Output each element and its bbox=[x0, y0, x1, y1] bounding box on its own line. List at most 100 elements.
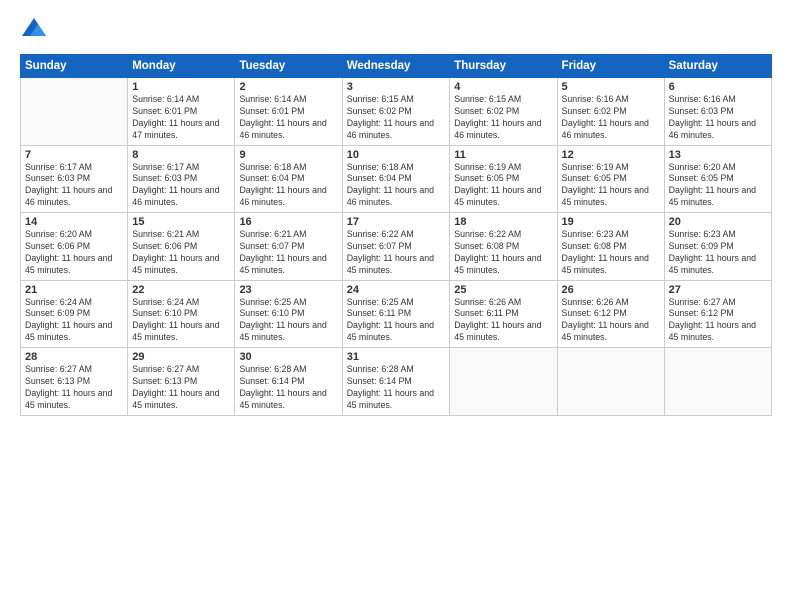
weekday-header: Friday bbox=[557, 55, 664, 78]
calendar-cell: 12Sunrise: 6:19 AMSunset: 6:05 PMDayligh… bbox=[557, 145, 664, 213]
day-number: 11 bbox=[454, 149, 552, 161]
day-info: Sunrise: 6:18 AMSunset: 6:04 PMDaylight:… bbox=[347, 162, 446, 210]
day-number: 28 bbox=[25, 351, 123, 363]
day-info: Sunrise: 6:14 AMSunset: 6:01 PMDaylight:… bbox=[132, 94, 230, 142]
logo-icon bbox=[20, 16, 48, 44]
calendar-cell: 5Sunrise: 6:16 AMSunset: 6:02 PMDaylight… bbox=[557, 78, 664, 146]
day-number: 19 bbox=[562, 216, 660, 228]
day-number: 21 bbox=[25, 284, 123, 296]
calendar-cell: 4Sunrise: 6:15 AMSunset: 6:02 PMDaylight… bbox=[450, 78, 557, 146]
day-number: 10 bbox=[347, 149, 446, 161]
weekday-header: Tuesday bbox=[235, 55, 342, 78]
day-info: Sunrise: 6:18 AMSunset: 6:04 PMDaylight:… bbox=[239, 162, 337, 210]
calendar-cell: 31Sunrise: 6:28 AMSunset: 6:14 PMDayligh… bbox=[342, 348, 450, 416]
day-number: 1 bbox=[132, 81, 230, 93]
calendar-cell: 25Sunrise: 6:26 AMSunset: 6:11 PMDayligh… bbox=[450, 280, 557, 348]
calendar: SundayMondayTuesdayWednesdayThursdayFrid… bbox=[20, 54, 772, 416]
day-number: 3 bbox=[347, 81, 446, 93]
calendar-cell: 24Sunrise: 6:25 AMSunset: 6:11 PMDayligh… bbox=[342, 280, 450, 348]
calendar-cell: 17Sunrise: 6:22 AMSunset: 6:07 PMDayligh… bbox=[342, 213, 450, 281]
day-info: Sunrise: 6:16 AMSunset: 6:03 PMDaylight:… bbox=[669, 94, 767, 142]
day-info: Sunrise: 6:24 AMSunset: 6:09 PMDaylight:… bbox=[25, 297, 123, 345]
calendar-cell: 30Sunrise: 6:28 AMSunset: 6:14 PMDayligh… bbox=[235, 348, 342, 416]
day-info: Sunrise: 6:17 AMSunset: 6:03 PMDaylight:… bbox=[25, 162, 123, 210]
day-info: Sunrise: 6:27 AMSunset: 6:13 PMDaylight:… bbox=[132, 364, 230, 412]
day-number: 24 bbox=[347, 284, 446, 296]
header bbox=[20, 16, 772, 44]
day-info: Sunrise: 6:15 AMSunset: 6:02 PMDaylight:… bbox=[454, 94, 552, 142]
day-info: Sunrise: 6:20 AMSunset: 6:05 PMDaylight:… bbox=[669, 162, 767, 210]
day-info: Sunrise: 6:24 AMSunset: 6:10 PMDaylight:… bbox=[132, 297, 230, 345]
day-info: Sunrise: 6:27 AMSunset: 6:13 PMDaylight:… bbox=[25, 364, 123, 412]
day-info: Sunrise: 6:22 AMSunset: 6:08 PMDaylight:… bbox=[454, 229, 552, 277]
calendar-cell: 16Sunrise: 6:21 AMSunset: 6:07 PMDayligh… bbox=[235, 213, 342, 281]
calendar-cell: 11Sunrise: 6:19 AMSunset: 6:05 PMDayligh… bbox=[450, 145, 557, 213]
calendar-cell: 26Sunrise: 6:26 AMSunset: 6:12 PMDayligh… bbox=[557, 280, 664, 348]
calendar-cell: 7Sunrise: 6:17 AMSunset: 6:03 PMDaylight… bbox=[21, 145, 128, 213]
calendar-cell: 28Sunrise: 6:27 AMSunset: 6:13 PMDayligh… bbox=[21, 348, 128, 416]
weekday-header: Saturday bbox=[664, 55, 771, 78]
calendar-cell: 20Sunrise: 6:23 AMSunset: 6:09 PMDayligh… bbox=[664, 213, 771, 281]
calendar-cell: 10Sunrise: 6:18 AMSunset: 6:04 PMDayligh… bbox=[342, 145, 450, 213]
calendar-cell: 9Sunrise: 6:18 AMSunset: 6:04 PMDaylight… bbox=[235, 145, 342, 213]
day-number: 22 bbox=[132, 284, 230, 296]
page: SundayMondayTuesdayWednesdayThursdayFrid… bbox=[0, 0, 792, 612]
day-info: Sunrise: 6:22 AMSunset: 6:07 PMDaylight:… bbox=[347, 229, 446, 277]
day-info: Sunrise: 6:26 AMSunset: 6:11 PMDaylight:… bbox=[454, 297, 552, 345]
calendar-cell bbox=[21, 78, 128, 146]
day-number: 23 bbox=[239, 284, 337, 296]
day-info: Sunrise: 6:28 AMSunset: 6:14 PMDaylight:… bbox=[239, 364, 337, 412]
calendar-cell: 27Sunrise: 6:27 AMSunset: 6:12 PMDayligh… bbox=[664, 280, 771, 348]
day-info: Sunrise: 6:25 AMSunset: 6:11 PMDaylight:… bbox=[347, 297, 446, 345]
day-info: Sunrise: 6:14 AMSunset: 6:01 PMDaylight:… bbox=[239, 94, 337, 142]
day-info: Sunrise: 6:20 AMSunset: 6:06 PMDaylight:… bbox=[25, 229, 123, 277]
day-number: 20 bbox=[669, 216, 767, 228]
calendar-cell: 14Sunrise: 6:20 AMSunset: 6:06 PMDayligh… bbox=[21, 213, 128, 281]
day-info: Sunrise: 6:27 AMSunset: 6:12 PMDaylight:… bbox=[669, 297, 767, 345]
day-info: Sunrise: 6:16 AMSunset: 6:02 PMDaylight:… bbox=[562, 94, 660, 142]
calendar-cell: 2Sunrise: 6:14 AMSunset: 6:01 PMDaylight… bbox=[235, 78, 342, 146]
day-number: 29 bbox=[132, 351, 230, 363]
day-info: Sunrise: 6:17 AMSunset: 6:03 PMDaylight:… bbox=[132, 162, 230, 210]
day-number: 31 bbox=[347, 351, 446, 363]
day-number: 13 bbox=[669, 149, 767, 161]
day-info: Sunrise: 6:21 AMSunset: 6:07 PMDaylight:… bbox=[239, 229, 337, 277]
calendar-cell: 6Sunrise: 6:16 AMSunset: 6:03 PMDaylight… bbox=[664, 78, 771, 146]
day-number: 4 bbox=[454, 81, 552, 93]
calendar-cell: 3Sunrise: 6:15 AMSunset: 6:02 PMDaylight… bbox=[342, 78, 450, 146]
day-info: Sunrise: 6:23 AMSunset: 6:08 PMDaylight:… bbox=[562, 229, 660, 277]
day-number: 18 bbox=[454, 216, 552, 228]
weekday-header: Wednesday bbox=[342, 55, 450, 78]
day-number: 6 bbox=[669, 81, 767, 93]
calendar-cell: 1Sunrise: 6:14 AMSunset: 6:01 PMDaylight… bbox=[128, 78, 235, 146]
calendar-cell: 23Sunrise: 6:25 AMSunset: 6:10 PMDayligh… bbox=[235, 280, 342, 348]
day-number: 15 bbox=[132, 216, 230, 228]
day-number: 17 bbox=[347, 216, 446, 228]
day-number: 14 bbox=[25, 216, 123, 228]
day-info: Sunrise: 6:21 AMSunset: 6:06 PMDaylight:… bbox=[132, 229, 230, 277]
day-number: 12 bbox=[562, 149, 660, 161]
day-number: 16 bbox=[239, 216, 337, 228]
day-number: 26 bbox=[562, 284, 660, 296]
calendar-cell: 18Sunrise: 6:22 AMSunset: 6:08 PMDayligh… bbox=[450, 213, 557, 281]
day-info: Sunrise: 6:25 AMSunset: 6:10 PMDaylight:… bbox=[239, 297, 337, 345]
day-number: 27 bbox=[669, 284, 767, 296]
calendar-cell: 29Sunrise: 6:27 AMSunset: 6:13 PMDayligh… bbox=[128, 348, 235, 416]
day-number: 25 bbox=[454, 284, 552, 296]
day-info: Sunrise: 6:26 AMSunset: 6:12 PMDaylight:… bbox=[562, 297, 660, 345]
day-number: 5 bbox=[562, 81, 660, 93]
day-number: 7 bbox=[25, 149, 123, 161]
weekday-header: Sunday bbox=[21, 55, 128, 78]
day-info: Sunrise: 6:23 AMSunset: 6:09 PMDaylight:… bbox=[669, 229, 767, 277]
calendar-cell bbox=[450, 348, 557, 416]
calendar-cell bbox=[664, 348, 771, 416]
calendar-cell: 8Sunrise: 6:17 AMSunset: 6:03 PMDaylight… bbox=[128, 145, 235, 213]
day-info: Sunrise: 6:19 AMSunset: 6:05 PMDaylight:… bbox=[454, 162, 552, 210]
calendar-cell: 19Sunrise: 6:23 AMSunset: 6:08 PMDayligh… bbox=[557, 213, 664, 281]
calendar-cell: 22Sunrise: 6:24 AMSunset: 6:10 PMDayligh… bbox=[128, 280, 235, 348]
day-number: 8 bbox=[132, 149, 230, 161]
weekday-header: Thursday bbox=[450, 55, 557, 78]
day-number: 2 bbox=[239, 81, 337, 93]
weekday-header: Monday bbox=[128, 55, 235, 78]
day-number: 9 bbox=[239, 149, 337, 161]
